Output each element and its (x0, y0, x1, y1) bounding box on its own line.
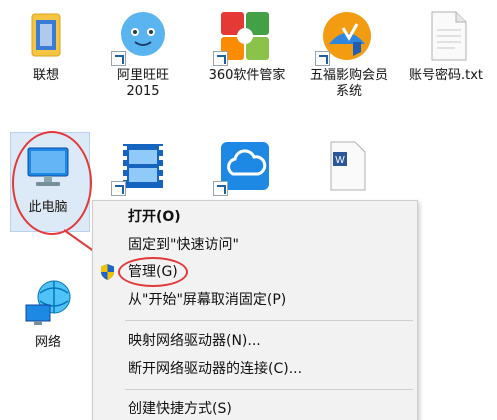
menu-item-label: 映射网络驱动器(N)... (128, 333, 261, 349)
menu-item-label: 创建快捷方式(S) (128, 401, 232, 417)
360-software-icon (213, 8, 273, 66)
desktop-icon-wufu-member[interactable]: 五福影购会员 系统 (307, 8, 388, 100)
cloud-icon (213, 138, 273, 196)
icon-label: 五福影购会员 系统 (309, 68, 388, 99)
shortcut-arrow-icon (315, 51, 330, 66)
desktop-icon-network[interactable]: 网络 (8, 275, 88, 351)
icon-label: 阿里旺旺 2015 (116, 68, 169, 99)
menu-item-label: 固定到"快速访问" (128, 237, 239, 253)
desktop-icon-aliwangwang[interactable]: 阿里旺旺 2015 (103, 8, 183, 100)
desktop-icon-lianxiang[interactable]: 联想 (6, 8, 86, 84)
lianxiang-icon (18, 8, 74, 64)
menu-item-label: 打开(O) (128, 209, 181, 225)
shortcut-arrow-icon (111, 51, 126, 66)
menu-separator (125, 389, 413, 390)
menu-item-create-shortcut[interactable]: 创建快捷方式(S) (93, 397, 417, 420)
shortcut-arrow-icon (111, 181, 126, 196)
text-file-icon (420, 8, 476, 64)
wufu-member-icon (315, 8, 375, 66)
network-icon (20, 275, 76, 331)
desktop-icon-cloud[interactable] (205, 138, 285, 198)
icon-label: 网络 (34, 335, 61, 350)
shield-icon (101, 264, 114, 280)
menu-item-pin-quick-access[interactable]: 固定到"快速访问" (93, 233, 417, 257)
icon-label: 联想 (32, 68, 59, 83)
menu-item-label: 从"开始"屏幕取消固定(P) (128, 292, 287, 308)
desktop-icon-360-software[interactable]: 360软件管家 (205, 8, 285, 84)
context-menu: 打开(O) 固定到"快速访问" 管理(G) 从"开始"屏幕取消固定(P) 映射网… (92, 200, 418, 420)
film-strip-icon (111, 138, 171, 196)
aliwangwang-icon (111, 8, 171, 66)
desktop-icon-video-player[interactable] (103, 138, 183, 198)
menu-item-label: 断开网络驱动器的连接(C)... (128, 361, 303, 377)
desktop-icon-account-txt[interactable]: 账号密码.txt (408, 8, 488, 84)
icon-label: 账号密码.txt (408, 68, 484, 83)
menu-item-map-drive[interactable]: 映射网络驱动器(N)... (93, 329, 417, 353)
word-document-icon: W (319, 138, 375, 194)
icon-label: 360软件管家 (208, 68, 286, 83)
annotation-circle-this-pc (12, 131, 92, 235)
desktop: 联想 阿里旺旺 2015 360软件管家 五福影购会员 系统 账号密码.txt … (0, 0, 497, 420)
menu-item-unpin-start[interactable]: 从"开始"屏幕取消固定(P) (93, 288, 417, 312)
desktop-icon-word-doc[interactable]: W (307, 138, 387, 198)
annotation-circle-manage (118, 257, 188, 287)
shortcut-arrow-icon (213, 51, 228, 66)
svg-text:W: W (335, 155, 345, 166)
menu-separator (125, 320, 413, 321)
menu-item-disconnect-drive[interactable]: 断开网络驱动器的连接(C)... (93, 357, 417, 381)
menu-item-open[interactable]: 打开(O) (93, 205, 417, 229)
shortcut-arrow-icon (213, 181, 228, 196)
